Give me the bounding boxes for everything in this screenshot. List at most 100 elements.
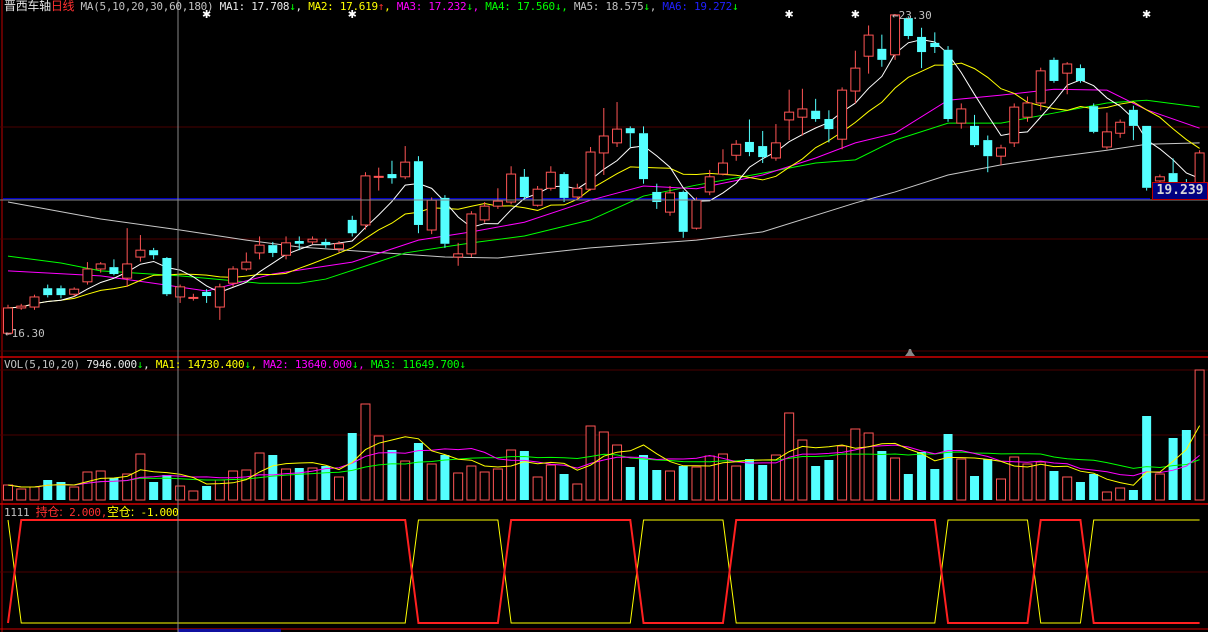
candle-body: [506, 173, 517, 203]
candle: [824, 110, 834, 143]
candle-body: [373, 175, 384, 178]
candle-body: [811, 110, 821, 120]
candle-body: [307, 238, 318, 243]
candle-body: [1035, 70, 1046, 104]
volume-bar: [175, 485, 186, 501]
volume-bar: [347, 433, 357, 500]
volume-bar: [917, 452, 927, 500]
candle: [519, 169, 529, 200]
candle-body: [585, 151, 596, 190]
candle: [1115, 119, 1126, 138]
volume-bar: [678, 466, 688, 500]
volume-bar: [321, 466, 331, 500]
candle-body: [135, 249, 146, 258]
period-label[interactable]: 日线: [51, 0, 75, 13]
ma3-readout: MA3: 17.232↓,: [396, 0, 480, 13]
volume-bar: [122, 473, 133, 501]
volume-bar: [1022, 463, 1033, 501]
candle-body: [598, 135, 609, 154]
volume-bar: [268, 455, 278, 500]
volume-bar: [149, 482, 159, 500]
candle: [1075, 64, 1085, 83]
candle-body: [109, 267, 119, 275]
signal-marker-icon: ✱: [1142, 8, 1151, 21]
candle: [678, 190, 688, 238]
candle-body: [334, 243, 344, 250]
volume-bar: [228, 470, 239, 501]
candle-body: [294, 241, 304, 244]
candle: [639, 126, 649, 184]
candle-body: [1009, 106, 1020, 144]
volume-bar: [1089, 474, 1099, 500]
volume-bar: [811, 466, 821, 500]
candle: [479, 202, 490, 223]
candle: [970, 114, 980, 147]
candle-body: [983, 140, 993, 157]
volume-bar: [188, 490, 199, 501]
candle-body: [625, 128, 635, 134]
candle-body: [1089, 106, 1099, 132]
stock-name: 晋西车轴: [4, 0, 51, 13]
candle: [175, 284, 186, 303]
volume-bar: [983, 459, 993, 500]
candle: [559, 172, 569, 203]
volume-bar: [956, 458, 967, 501]
candle-body: [678, 191, 688, 232]
vol-ma3-readout: MA3: 11649.700↓: [370, 358, 466, 371]
candle-body: [784, 111, 795, 121]
candle: [29, 294, 40, 310]
candle: [307, 236, 318, 245]
volume-bar: [3, 484, 13, 501]
candle-body: [453, 253, 464, 258]
candle-body: [850, 67, 861, 92]
volume-bar: [307, 467, 318, 501]
candle-body: [321, 241, 331, 246]
candle: [16, 303, 27, 310]
candle: [758, 130, 768, 164]
volume-bar: [453, 472, 464, 501]
volume-bar: [572, 483, 583, 501]
candle: [612, 102, 623, 147]
panel-resize-handle-icon[interactable]: [905, 349, 915, 356]
volume-bar: [903, 474, 913, 500]
candle: [585, 146, 596, 191]
candle: [770, 124, 781, 161]
candle-body: [95, 263, 106, 270]
candle-body: [639, 133, 649, 180]
candle-body: [572, 187, 583, 198]
candle-body: [387, 174, 397, 179]
candle-body: [1142, 125, 1152, 188]
candle: [347, 215, 357, 237]
stock-chart[interactable]: ✱ ✱ ✱ ✱ ✱: [0, 0, 1208, 632]
candle-body: [175, 286, 186, 298]
volume-bar: [506, 449, 517, 501]
volume-bar: [758, 465, 768, 500]
candle: [625, 126, 635, 147]
candle-body: [717, 162, 728, 175]
low-price-label: ←16.30: [5, 327, 45, 340]
volume-bar: [1009, 456, 1020, 501]
candle-body: [69, 288, 80, 295]
volume-bar: [625, 467, 635, 500]
volume-bar: [1049, 471, 1059, 500]
candle: [598, 108, 609, 175]
candle-body: [1022, 102, 1033, 118]
candle-body: [56, 288, 66, 296]
candle-body: [1062, 63, 1073, 74]
volume-bar: [704, 455, 715, 501]
candle: [956, 103, 967, 129]
candle: [149, 247, 159, 260]
candle: [1128, 105, 1138, 141]
candle-body: [1115, 121, 1126, 134]
candle-body: [426, 199, 437, 231]
ma-params: MA(5,10,20,30,60,180): [80, 0, 214, 13]
signal-marker-icon: ✱: [785, 8, 794, 21]
candle-body: [162, 257, 172, 295]
candle: [466, 211, 477, 258]
volume-bar: [1062, 476, 1073, 501]
candle: [943, 46, 953, 122]
volume-header: VOL(5,10,20) 7946.000↓, MA1: 14730.400↓,…: [4, 358, 466, 371]
volume-bar: [519, 451, 529, 500]
volume-bar: [466, 465, 477, 501]
candle: [532, 185, 543, 207]
